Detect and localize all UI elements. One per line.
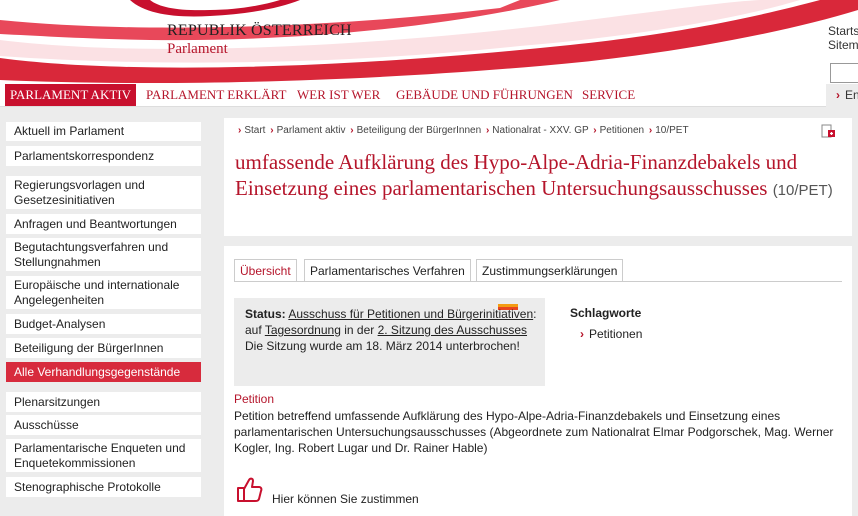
nav-gebaeude-und-fuehrungen[interactable]: GEBÄUDE UND FÜHRUNGEN <box>396 84 573 106</box>
page-title-code: (10/PET) <box>772 182 833 199</box>
tab-divider <box>234 281 842 282</box>
nav-service[interactable]: SERVICE <box>582 84 635 106</box>
sidebar-item-anfragen[interactable]: Anfragen und Beantwortungen <box>6 214 201 234</box>
title-box: › Start › Parlament aktiv › Beteiligung der… <box>224 118 852 236</box>
chevron-right-icon: › <box>270 125 274 136</box>
keywords-title: Schlagworte <box>570 306 642 320</box>
nav-parlament-aktiv[interactable]: PARLAMENT AKTIV <box>5 84 136 106</box>
logo-swoosh-graphic <box>0 0 858 84</box>
breadcrumb-item[interactable]: Parlament aktiv <box>277 125 346 136</box>
status-label: Status: <box>245 307 286 321</box>
sitemap-link[interactable]: Sitemap <box>828 38 858 52</box>
page-title-text: umfassende Aufklärung des Hypo-Alpe-Adri… <box>235 150 798 200</box>
sidebar-item-plenarsitzungen[interactable]: Plenarsitzungen <box>6 392 201 412</box>
search-input[interactable] <box>830 63 858 83</box>
chevron-right-icon: › <box>648 125 653 136</box>
status-box: Status: Ausschuss für Petitionen und Bür… <box>234 298 545 386</box>
status-text: Status: Ausschuss für Petitionen und Bür… <box>245 306 541 354</box>
breadcrumb-item[interactable]: Nationalrat - XXV. GP <box>492 125 588 136</box>
tab-uebersicht[interactable]: Übersicht <box>234 259 297 282</box>
sidebar-item-stenographische-protokolle[interactable]: Stenographische Protokolle <box>6 477 201 497</box>
detail-panel: Übersicht Parlamentarisches Verfahren Zu… <box>224 246 852 516</box>
language-label: English <box>845 88 858 102</box>
committee-link[interactable]: Ausschuss für Petitionen und Bürgeriniti… <box>288 307 533 321</box>
breadcrumb-current: 10/PET <box>655 125 689 136</box>
breadcrumb-item[interactable]: Petitionen <box>600 125 644 136</box>
start-page-link[interactable]: Startseite <box>828 24 858 38</box>
tab-parlamentarisches-verfahren[interactable]: Parlamentarisches Verfahren <box>304 259 471 282</box>
sidebar-item-budget-analysen[interactable]: Budget-Analysen <box>6 314 201 334</box>
status-colon: : <box>533 307 537 321</box>
status-on: auf <box>245 323 262 337</box>
status-in-der: in der <box>344 323 375 337</box>
sidebar-item-regierungsvorlagen[interactable]: Regierungsvorlagen und Gesetzesinitiativ… <box>6 176 201 209</box>
sidebar-item-begutachtungsverfahren[interactable]: Begutachtungsverfahren und Stellungnahme… <box>6 238 201 271</box>
petition-text: Petition betreffend umfassende Aufklärun… <box>234 409 834 455</box>
chevron-right-icon: › <box>238 125 242 136</box>
breadcrumb-item[interactable]: Start <box>244 125 265 136</box>
sidebar-item-enqueten[interactable]: Parlamentarische Enqueten und Enquetekom… <box>6 439 201 472</box>
chevron-right-icon: › <box>350 125 354 136</box>
agenda-link[interactable]: Tagesordnung <box>265 323 341 337</box>
thumbs-up-icon[interactable] <box>234 474 264 504</box>
keyword-label: Petitionen <box>589 327 643 341</box>
status-note: Die Sitzung wurde am 18. März 2014 unter… <box>245 339 520 353</box>
keyword-link[interactable]: › Petitionen <box>580 327 642 341</box>
breadcrumb: › Start › Parlament aktiv › Beteiligung der… <box>236 125 689 136</box>
zustimmen-link[interactable]: Hier können Sie zustimmen <box>272 492 419 506</box>
print-pdf-icon[interactable] <box>820 124 836 138</box>
language-link[interactable]: › English <box>836 88 858 102</box>
chevron-right-icon: › <box>485 125 490 136</box>
nav-parlament-erklaert[interactable]: PARLAMENT ERKLÄRT <box>146 84 286 106</box>
sidebar-item-parlamentskorrespondenz[interactable]: Parlamentskorrespondenz <box>6 146 201 166</box>
sidebar-item-europaeische-angelegenheiten[interactable]: Europäische und internationale Angelegen… <box>6 276 201 309</box>
sidebar-item-ausschuesse[interactable]: Ausschüsse <box>6 415 201 435</box>
sidebar-item-alle-verhandlungsgegenstaende[interactable]: Alle Verhandlungsgegenstände <box>6 362 201 382</box>
sidebar-item-beteiligung[interactable]: Beteiligung der BürgerInnen <box>6 338 201 358</box>
logo-subtitle[interactable]: Parlament <box>167 41 228 58</box>
chevron-right-icon: › <box>593 125 597 136</box>
breadcrumb-item[interactable]: Beteiligung der BürgerInnen <box>357 125 482 136</box>
site-header: REPUBLIK ÖSTERREICH Parlament Startseite… <box>0 0 858 84</box>
tab-zustimmungserklaerungen[interactable]: Zustimmungserklärungen <box>476 259 624 282</box>
session-link[interactable]: 2. Sitzung des Ausschusses <box>378 323 527 337</box>
logo-title[interactable]: REPUBLIK ÖSTERREICH <box>167 22 352 40</box>
chevron-right-icon: › <box>836 88 840 102</box>
nav-wer-ist-wer[interactable]: WER IST WER <box>297 84 380 106</box>
page-title: umfassende Aufklärung des Hypo-Alpe-Adri… <box>235 149 845 204</box>
sidebar-item-aktuell[interactable]: Aktuell im Parlament <box>6 122 201 141</box>
main-navigation: PARLAMENT AKTIV PARLAMENT ERKLÄRT WER IS… <box>0 84 826 107</box>
chevron-right-icon: › <box>580 327 584 341</box>
petition-label: Petition <box>234 392 275 406</box>
